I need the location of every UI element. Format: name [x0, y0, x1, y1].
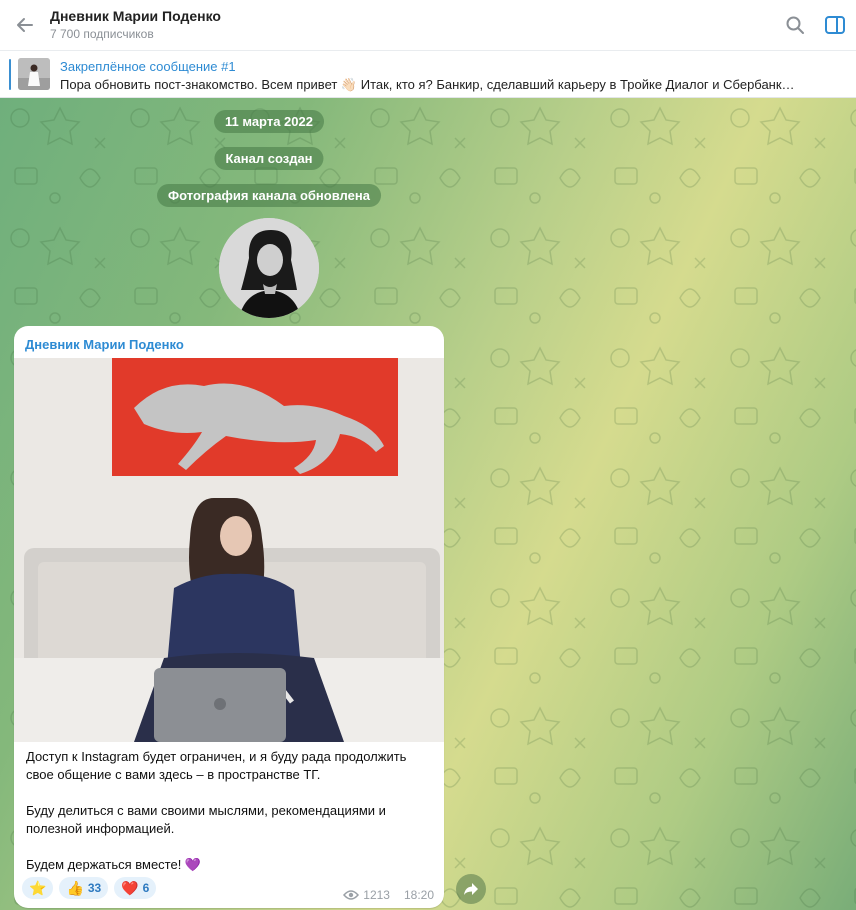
reaction-count: 6: [142, 881, 150, 895]
message-meta: 1213 18:20: [343, 888, 434, 902]
service-photo-updated: Фотография канала обновлена: [157, 184, 381, 207]
eye-icon: [343, 890, 360, 900]
subscriber-count: 7 700 подписчиков: [50, 27, 154, 41]
message-text-line: Буду делиться с вами своими мыслями, рек…: [26, 803, 386, 818]
reactions: ⭐ 👍 33 ❤️ 6: [22, 877, 157, 899]
sidebar-toggle-button[interactable]: [822, 12, 848, 38]
message-text-line: Доступ к Instagram будет ограничен, и я …: [26, 749, 407, 764]
sidebar-panel-icon: [825, 16, 845, 34]
pinned-thumbnail: [18, 58, 50, 90]
message-photo[interactable]: [14, 358, 444, 742]
message-time: 18:20: [403, 888, 434, 902]
pinned-message-bar[interactable]: Закреплённое сообщение #1 Пора обновить …: [0, 51, 856, 98]
pinned-text: Пора обновить пост-знакомство. Всем прив…: [60, 77, 795, 92]
date-badge: 11 марта 2022: [214, 110, 324, 133]
reaction-count: 33: [87, 881, 102, 895]
chat-header: Дневник Марии Поденко 7 700 подписчиков: [0, 0, 856, 51]
message-text-line: свое общение с вами здесь – в пространст…: [26, 767, 321, 782]
star-icon: ⭐: [29, 880, 47, 896]
channel-title[interactable]: Дневник Марии Поденко: [50, 8, 221, 24]
search-icon: [786, 16, 804, 34]
share-arrow-icon: [464, 883, 478, 895]
service-channel-created: Канал создан: [214, 147, 324, 170]
message-bubble[interactable]: Дневник Марии Поденко Доступ к Instagram…: [14, 326, 444, 908]
share-button[interactable]: [456, 874, 486, 904]
view-count: 1213: [363, 888, 390, 902]
message-text-line: полезной информацией.: [26, 821, 175, 836]
message-author[interactable]: Дневник Марии Поденко: [25, 337, 184, 352]
arrow-left-icon: [17, 18, 33, 32]
thumbs-up-icon: 👍: [66, 880, 84, 896]
search-button[interactable]: [782, 12, 808, 38]
message-text-line: Будем держаться вместе! 💜: [26, 857, 202, 872]
heart-icon: ❤️: [121, 880, 139, 896]
message-text: Доступ к Instagram будет ограничен, и я …: [26, 748, 436, 874]
chat-area: 11 марта 2022 Канал создан Фотография ка…: [0, 98, 856, 910]
channel-photo[interactable]: [219, 218, 319, 318]
reaction-star[interactable]: ⭐: [22, 877, 54, 899]
back-button[interactable]: [12, 12, 38, 38]
pinned-indicator: [9, 59, 11, 90]
reaction-heart[interactable]: ❤️ 6: [114, 877, 157, 899]
pinned-title: Закреплённое сообщение #1: [60, 59, 236, 74]
reaction-thumbs-up[interactable]: 👍 33: [59, 877, 109, 899]
